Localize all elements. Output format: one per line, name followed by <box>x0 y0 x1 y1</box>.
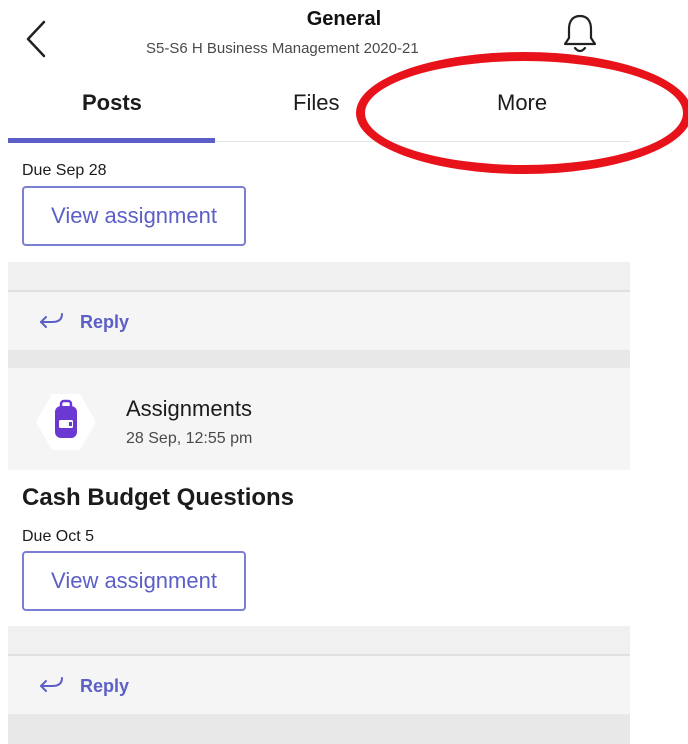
tab-posts[interactable]: Posts <box>82 90 142 116</box>
post-footer-band <box>8 262 630 290</box>
notifications-button[interactable] <box>562 12 598 56</box>
team-name: S5-S6 H Business Management 2020-21 <box>146 40 419 57</box>
channel-header: General S5-S6 H Business Management 2020… <box>0 0 688 145</box>
post-header-band <box>8 368 630 470</box>
post-title: Cash Budget Questions <box>22 484 295 511</box>
post-timestamp: 28 Sep, 12:55 pm <box>126 430 253 447</box>
reply-label: Reply <box>80 312 130 332</box>
reply-arrow-icon <box>40 677 63 692</box>
tab-divider <box>215 141 630 142</box>
tab-files[interactable]: Files <box>293 90 339 116</box>
due-date: Due Sep 28 <box>22 162 107 179</box>
tab-more[interactable]: More <box>497 90 547 116</box>
post-author: Assignments <box>126 396 252 421</box>
assignments-avatar[interactable] <box>34 390 98 454</box>
bell-icon <box>563 14 597 53</box>
reply-arrow-icon <box>40 313 63 328</box>
post-separator <box>8 350 630 368</box>
reply-row[interactable]: Reply <box>8 290 630 350</box>
view-assignment-button[interactable]: View assignment <box>22 551 246 611</box>
active-tab-indicator <box>8 138 215 143</box>
post-footer-band <box>8 626 630 654</box>
due-date: Due Oct 5 <box>22 528 95 545</box>
view-assignment-button[interactable]: View assignment <box>22 186 246 246</box>
backpack-icon <box>36 394 96 450</box>
post-separator <box>8 714 630 744</box>
reply-label: Reply <box>80 676 130 696</box>
reply-row[interactable]: Reply <box>8 654 630 714</box>
